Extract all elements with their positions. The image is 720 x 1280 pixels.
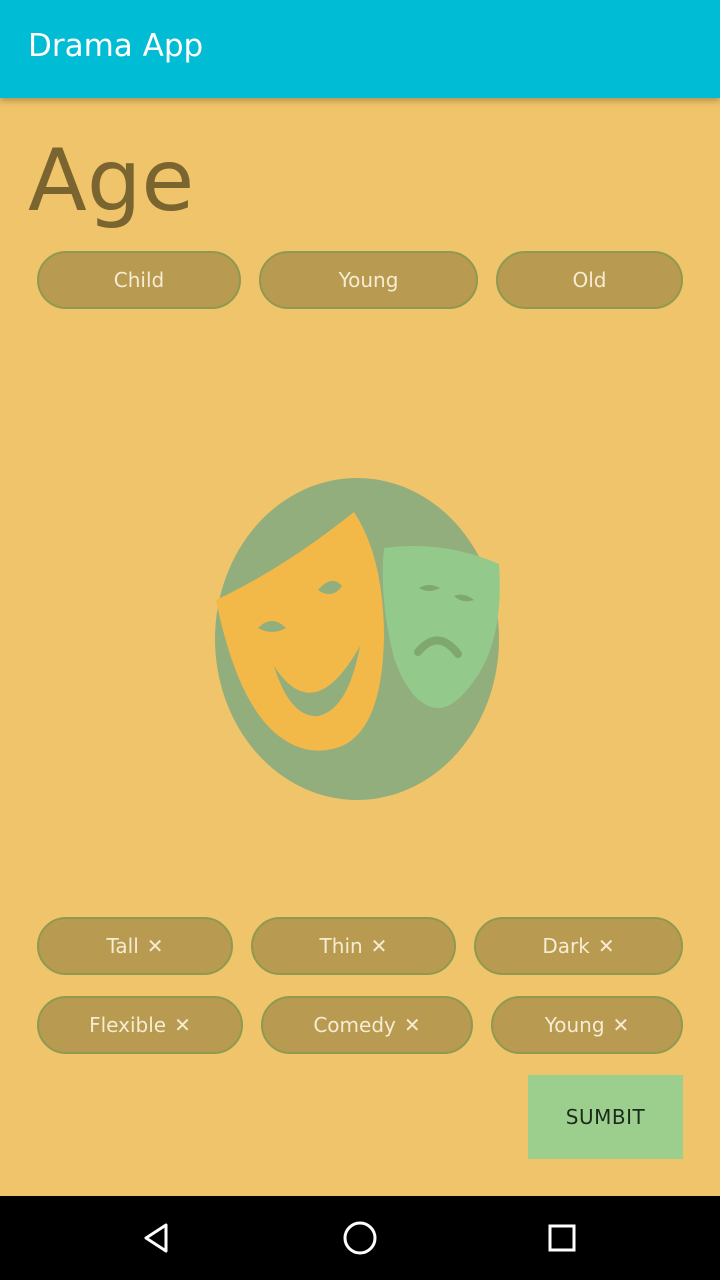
tag-dark[interactable]: Dark ✕ <box>474 917 683 975</box>
back-button[interactable] <box>97 1196 217 1280</box>
app-bar: Drama App <box>0 0 720 98</box>
age-option-old[interactable]: Old <box>496 251 683 309</box>
tag-label: Flexible <box>89 1013 167 1037</box>
close-icon[interactable]: ✕ <box>613 1015 630 1035</box>
age-option-label: Child <box>113 268 165 292</box>
recents-icon <box>548 1224 576 1252</box>
tag-comedy[interactable]: Comedy ✕ <box>261 996 473 1054</box>
age-heading: Age <box>28 131 195 231</box>
home-icon <box>343 1221 377 1255</box>
theater-masks-icon <box>215 478 500 800</box>
close-icon[interactable]: ✕ <box>371 936 388 956</box>
tag-label: Thin <box>319 934 363 958</box>
recents-button[interactable] <box>502 1196 622 1280</box>
age-option-label: Old <box>572 268 607 292</box>
age-option-child[interactable]: Child <box>37 251 241 309</box>
age-option-label: Young <box>338 268 399 292</box>
tag-label: Tall <box>106 934 139 958</box>
main-content: Age Child Young Old Tall ✕ Thin ✕ Dark ✕… <box>0 98 720 1196</box>
tag-young[interactable]: Young ✕ <box>491 996 683 1054</box>
close-icon[interactable]: ✕ <box>404 1015 421 1035</box>
close-icon[interactable]: ✕ <box>147 936 164 956</box>
back-icon <box>144 1223 168 1253</box>
age-option-young[interactable]: Young <box>259 251 478 309</box>
tag-tall[interactable]: Tall ✕ <box>37 917 233 975</box>
close-icon[interactable]: ✕ <box>174 1015 191 1035</box>
app-title: Drama App <box>28 28 204 64</box>
home-button[interactable] <box>300 1196 420 1280</box>
tag-flexible[interactable]: Flexible ✕ <box>37 996 243 1054</box>
tag-label: Young <box>544 1013 605 1037</box>
submit-button[interactable]: SUMBIT <box>528 1075 683 1159</box>
tag-label: Comedy <box>313 1013 396 1037</box>
close-icon[interactable]: ✕ <box>598 936 615 956</box>
system-nav-bar <box>0 1196 720 1280</box>
tag-label: Dark <box>542 934 590 958</box>
tag-thin[interactable]: Thin ✕ <box>251 917 456 975</box>
